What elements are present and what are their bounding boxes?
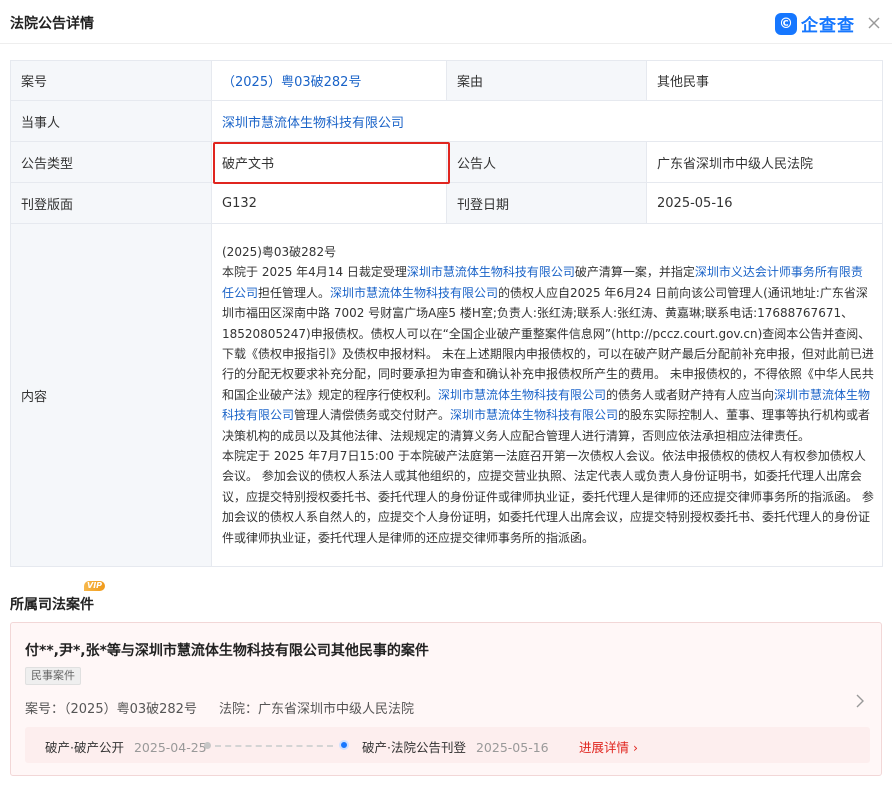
type-label: 公告类型 [10,141,212,183]
timeline-item: 破产·法院公告刊登 2025-05-16 [362,740,549,755]
case-no-link[interactable]: （2025）粤03破282号 [222,75,361,90]
page-label: 刊登版面 [10,182,212,224]
date-value: 2025-05-16 [646,182,883,224]
page-value: G132 [211,182,447,224]
case-no-value[interactable]: （2025）粤03破282号 [211,60,447,101]
page-title: 法院公告详情 [10,16,94,32]
timeline-connector [215,745,333,747]
company-link[interactable]: 深圳市慧流体生物科技有限公司 [407,265,575,279]
cause-label: 案由 [446,60,647,101]
court-label: 法院： [218,702,258,717]
timeline-item: 破产·破产公开 2025-04-25 [45,740,207,755]
chevron-right-icon: › [629,740,638,755]
case-no-label: 案号 [10,60,212,101]
date-label: 刊登日期 [446,182,647,224]
party-value: 深圳市慧流体生物科技有限公司 [211,100,883,142]
logo-text: 企查查 [801,16,855,36]
cause-value: 其他民事 [646,60,883,101]
party-label: 当事人 [10,100,212,142]
case-no-label: 案号： [25,702,65,717]
table-row: 当事人 深圳市慧流体生物科技有限公司 [10,100,883,142]
qichacha-logo: © 企查查 [775,11,855,36]
progress-details-link[interactable]: 进展详情 › [579,737,638,756]
company-link[interactable]: 深圳市慧流体生物科技有限公司 [330,286,498,300]
page-header: 法院公告详情 © 企查查 [0,0,892,44]
timeline-dot [204,742,211,749]
announcer-value: 广东省深圳市中级人民法院 [646,141,883,183]
timeline-dot-current [339,740,349,750]
announcement-detail-table: 案号 （2025）粤03破282号 案由 其他民事 当事人 深圳市慧流体生物科技… [10,60,883,567]
table-row: 内容 (2025)粤03破282号 本院于 2025 年4月14 日裁定受理深圳… [10,223,883,567]
court-value: 广东省深圳市中级人民法院 [257,702,414,717]
content-text: (2025)粤03破282号 本院于 2025 年4月14 日裁定受理深圳市慧流… [211,223,883,567]
company-link[interactable]: 深圳市慧流体生物科技有限公司 [438,388,606,402]
party-link[interactable]: 深圳市慧流体生物科技有限公司 [222,116,404,131]
content-heading: (2025)粤03破282号 [222,244,337,259]
case-type-tag: 民事案件 [25,667,81,685]
content-paragraph-1: 本院于 2025 年4月14 日裁定受理深圳市慧流体生物科技有限公司破产清算一案… [222,265,874,443]
case-timeline: 破产·破产公开 2025-04-25 破产·法院公告刊登 2025-05-16 进展… [25,727,870,763]
case-meta: 案号：（2025）粤03破282号 法院：广东省深圳市中级人民法院 [25,698,414,717]
logo-icon: © [775,12,797,35]
case-card[interactable]: 付**,尹*,张*等与深圳市慧流体生物科技有限公司其他民事的案件 民事案件 案号… [10,622,882,776]
chevron-right-icon[interactable] [854,693,866,709]
case-title[interactable]: 付**,尹*,张*等与深圳市慧流体生物科技有限公司其他民事的案件 [25,640,429,660]
announcer-label: 公告人 [446,141,647,183]
company-link[interactable]: 深圳市慧流体生物科技有限公司 [450,408,618,422]
close-icon[interactable] [866,15,882,31]
content-label: 内容 [10,223,212,567]
case-no-value: （2025）粤03破282号 [64,702,197,717]
highlight-box [213,142,450,184]
table-row: 案号 （2025）粤03破282号 案由 其他民事 [10,60,883,101]
content-paragraph-2: 本院定于 2025 年7月7日15:00 于本院破产法庭第一法庭召开第一次债权人… [222,449,874,545]
table-row: 刊登版面 G132 刊登日期 2025-05-16 [10,182,883,224]
section-title: 所属司法案件 [10,597,94,613]
vip-badge: VIP [84,581,106,591]
